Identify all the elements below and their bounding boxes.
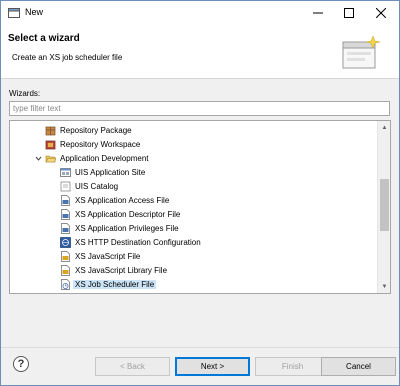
tree-item-label: XS Application Descriptor File bbox=[75, 209, 181, 219]
tree-item-label: Application Development bbox=[60, 153, 149, 163]
tree-vertical-scrollbar[interactable]: ▲ ▼ bbox=[377, 121, 390, 293]
xs-file-icon bbox=[61, 208, 70, 220]
tree-item-label: XS HTTP Destination Configuration bbox=[75, 237, 201, 247]
site-icon bbox=[60, 167, 71, 177]
scrollbar-thumb[interactable] bbox=[380, 179, 389, 231]
folder-open-icon bbox=[45, 155, 56, 162]
tree-item-label: XS Application Privileges File bbox=[75, 223, 179, 233]
tree-item-xs-application-privileges-file[interactable]: XS Application Privileges File bbox=[10, 221, 376, 235]
tree-item-xs-application-access-file[interactable]: XS Application Access File bbox=[10, 193, 376, 207]
catalog-icon bbox=[60, 181, 71, 191]
wizard-tree[interactable]: Repository Package Repository Workspace … bbox=[9, 120, 391, 294]
close-icon bbox=[376, 8, 386, 18]
maximize-icon bbox=[344, 8, 354, 18]
tree-item-label: XS JavaScript Library File bbox=[75, 265, 168, 275]
page-title: Select a wizard bbox=[8, 33, 80, 44]
tree-item-xs-javascript-library-file[interactable]: XS JavaScript Library File bbox=[10, 263, 376, 277]
filter-input[interactable] bbox=[9, 101, 390, 116]
tree-item-label: Repository Package bbox=[60, 125, 132, 135]
title-bar: New bbox=[1, 1, 399, 25]
tree-item-label: UIS Application Site bbox=[75, 167, 146, 177]
scroll-up-arrow-icon[interactable]: ▲ bbox=[378, 121, 390, 134]
xs-http-icon bbox=[60, 236, 71, 248]
maximize-button[interactable] bbox=[332, 1, 366, 25]
eclipse-window-icon bbox=[8, 8, 20, 18]
back-button[interactable]: < Back bbox=[95, 357, 170, 376]
tree-item-repository-workspace[interactable]: Repository Workspace bbox=[10, 137, 376, 151]
wizard-banner-icon bbox=[342, 35, 381, 69]
minimize-icon bbox=[313, 12, 323, 14]
tree-item-xs-javascript-file[interactable]: XS JavaScript File bbox=[10, 249, 376, 263]
footer-divider bbox=[1, 347, 399, 348]
next-button[interactable]: Next > bbox=[175, 357, 250, 376]
window-title: New bbox=[25, 7, 44, 17]
tree-item-label: Repository Workspace bbox=[60, 139, 141, 149]
new-wizard-dialog: New Select a wizard Create an XS job sch… bbox=[0, 0, 400, 386]
tree-item-label: XS Application Access File bbox=[75, 195, 170, 205]
tree-item-xs-http-destination-configuration[interactable]: XS HTTP Destination Configuration bbox=[10, 235, 376, 249]
tree-item-xs-job-scheduler-file[interactable]: XS Job Scheduler File bbox=[10, 277, 376, 291]
xs-job-icon bbox=[61, 278, 70, 290]
tree-item-repository-package[interactable]: Repository Package bbox=[10, 123, 376, 137]
finish-button[interactable]: Finish bbox=[255, 357, 330, 376]
wizards-label: Wizards: bbox=[9, 89, 41, 98]
help-button[interactable]: ? bbox=[13, 356, 29, 372]
workspace-icon bbox=[45, 140, 56, 149]
wizard-header: Select a wizard Create an XS job schedul… bbox=[1, 25, 399, 79]
page-description: Create an XS job scheduler file bbox=[12, 53, 123, 62]
js-file-icon bbox=[61, 250, 70, 262]
minimize-button[interactable] bbox=[301, 1, 335, 25]
tree-item-application-development[interactable]: Application Development bbox=[10, 151, 376, 165]
tree-item-uis-application-site[interactable]: UIS Application Site bbox=[10, 165, 376, 179]
tree-item-label: XS Job Scheduler File bbox=[73, 279, 157, 289]
tree-item-uis-catalog[interactable]: UIS Catalog bbox=[10, 179, 376, 193]
js-file-icon bbox=[61, 264, 70, 276]
package-icon bbox=[45, 126, 56, 135]
tree-item-label: XS JavaScript File bbox=[75, 251, 141, 261]
xs-file-icon bbox=[61, 194, 70, 206]
tree-item-label: UIS Catalog bbox=[75, 181, 119, 191]
xs-file-icon bbox=[61, 222, 70, 234]
chevron-expanded-icon[interactable] bbox=[33, 153, 44, 164]
close-button[interactable] bbox=[364, 1, 398, 25]
cancel-button[interactable]: Cancel bbox=[321, 357, 396, 376]
scroll-down-arrow-icon[interactable]: ▼ bbox=[378, 280, 390, 293]
tree-item-xs-application-descriptor-file[interactable]: XS Application Descriptor File bbox=[10, 207, 376, 221]
